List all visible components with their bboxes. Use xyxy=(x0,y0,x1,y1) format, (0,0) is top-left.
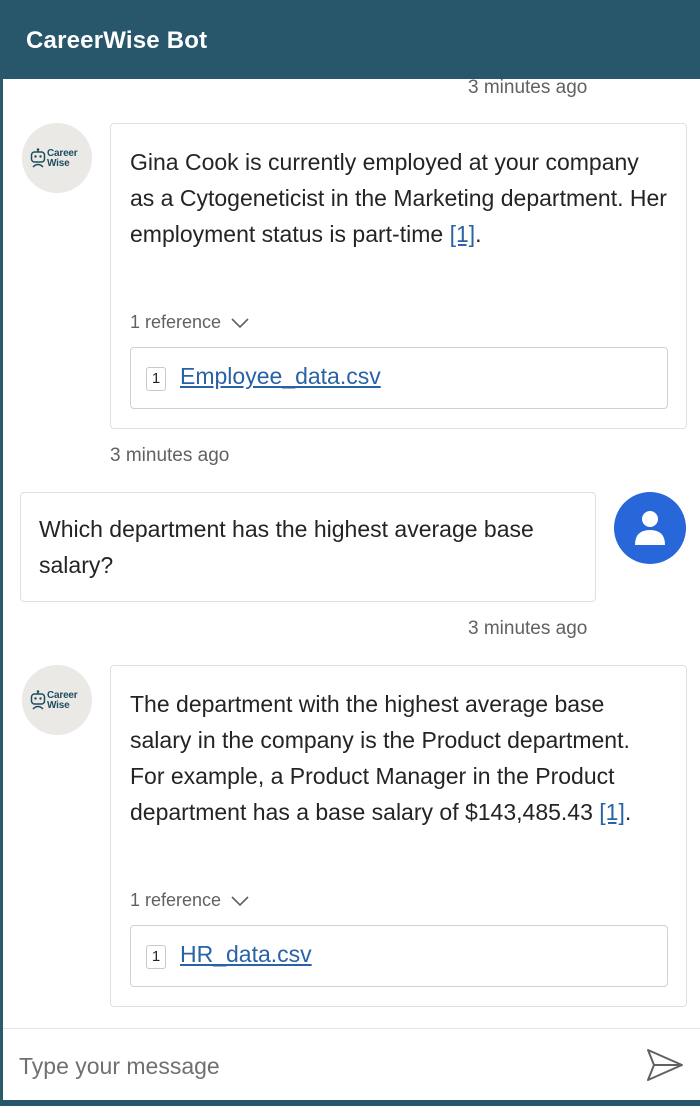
logo-text-line2: Wise xyxy=(47,158,70,169)
bot-message: The department with the highest average … xyxy=(110,665,687,1007)
message-input[interactable] xyxy=(17,1043,631,1089)
citation-link[interactable]: [1] xyxy=(599,799,625,825)
bot-avatar: Career Wise xyxy=(22,665,92,735)
bot-avatar: Career Wise xyxy=(22,123,92,193)
careerwise-logo: Career Wise xyxy=(30,690,86,712)
chevron-down-icon xyxy=(231,895,249,906)
user-message: Which department has the highest average… xyxy=(20,492,596,602)
robot-icon xyxy=(30,148,46,168)
message-timestamp: 3 minutes ago xyxy=(110,445,230,466)
user-message-text: Which department has the highest average… xyxy=(39,516,534,578)
header-title: CareerWise Bot xyxy=(26,27,208,54)
user-icon xyxy=(635,511,665,545)
bot-message-text: The department with the highest average … xyxy=(130,691,632,825)
bot-message-text: Gina Cook is currently employed at your … xyxy=(130,149,667,247)
references-toggle[interactable]: 1 reference xyxy=(130,890,249,911)
chevron-down-icon xyxy=(231,317,249,328)
reference-link[interactable]: HR_data.csv xyxy=(180,941,312,968)
message-timestamp: 3 minutes ago xyxy=(468,79,588,98)
user-avatar xyxy=(614,492,686,564)
robot-icon xyxy=(30,690,46,710)
reference-link[interactable]: Employee_data.csv xyxy=(180,363,381,390)
bot-message: Gina Cook is currently employed at your … xyxy=(110,123,687,429)
chat-transcript[interactable]: 3 minutes ago Career Wise Gina Cook is c… xyxy=(3,79,700,1028)
bottom-border xyxy=(0,1100,700,1106)
message-timestamp: 3 minutes ago xyxy=(468,618,588,639)
chat-header: CareerWise Bot xyxy=(0,0,700,79)
citation-link[interactable]: [1] xyxy=(450,221,476,247)
reference-card[interactable]: 1 Employee_data.csv xyxy=(130,347,668,409)
send-button[interactable] xyxy=(645,1047,685,1083)
reference-number: 1 xyxy=(146,945,166,969)
send-icon xyxy=(647,1049,683,1081)
careerwise-logo: Career Wise xyxy=(30,148,86,170)
references-toggle[interactable]: 1 reference xyxy=(130,312,249,333)
reference-card[interactable]: 1 HR_data.csv xyxy=(130,925,668,987)
logo-text-line2: Wise xyxy=(47,700,70,711)
reference-number: 1 xyxy=(146,367,166,391)
message-composer xyxy=(3,1028,700,1101)
